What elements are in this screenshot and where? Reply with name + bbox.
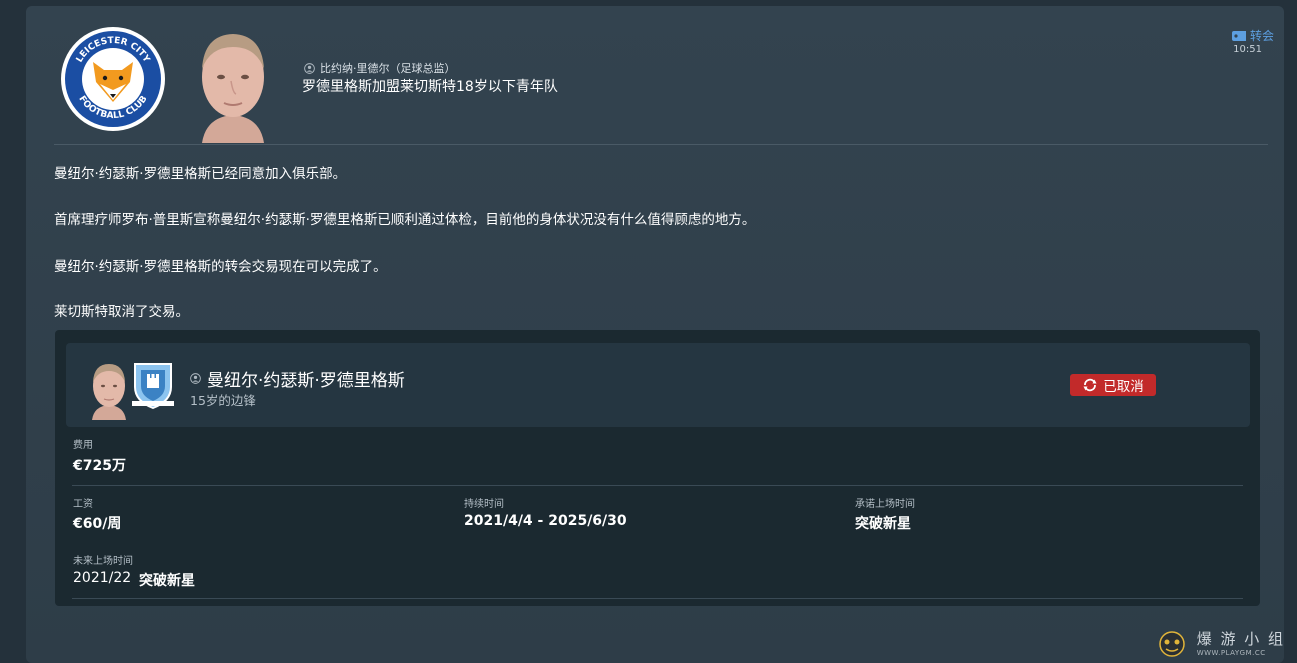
status-badge: 已取消 — [1070, 374, 1156, 396]
message-headline: 罗德里格斯加盟莱切斯特18岁以下青年队 — [302, 79, 558, 95]
wage-value: €60/周 — [73, 516, 122, 532]
sender-name: 比约纳·里德尔（足球总监） — [320, 62, 456, 75]
promised-playing-time-value: 突破新星 — [855, 516, 911, 532]
person-icon — [304, 62, 315, 74]
future-season: 2021/22 — [73, 570, 132, 586]
duration-label: 持续时间 — [464, 499, 504, 510]
duration-value: 2021/4/4 - 2025/6/30 — [464, 513, 627, 529]
row-divider — [72, 485, 1243, 486]
refresh-cancel-icon — [1083, 378, 1097, 392]
youth-team-crest-icon — [132, 363, 174, 410]
player-name-row[interactable]: 曼纽尔·约瑟斯·罗德里格斯 — [190, 366, 405, 391]
site-watermark: 爆 游 小 组 WWW.PLAYGM.CC — [1155, 627, 1285, 657]
leicester-city-logo: LEICESTER CITY FOOTBALL CLUB — [61, 27, 165, 131]
tag-label: 转会 — [1249, 29, 1274, 43]
player-portrait — [202, 34, 264, 143]
transfer-card: 曼纽尔·约瑟斯·罗德里格斯 15岁的边锋 已取消 费用 €725万 工资 €60… — [55, 330, 1260, 606]
transfer-card-header[interactable]: 曼纽尔·约瑟斯·罗德里格斯 15岁的边锋 已取消 — [66, 343, 1250, 427]
mascot-logo-icon — [1158, 631, 1185, 657]
transfer-tag-icon — [1231, 30, 1246, 41]
watermark-sub: WWW.PLAYGM.CC — [1196, 648, 1266, 657]
row-divider — [72, 598, 1243, 599]
fee-label: 费用 — [73, 440, 93, 451]
promised-playing-time-label: 承诺上场时间 — [855, 499, 915, 510]
header-divider — [54, 144, 1268, 145]
watermark-main: 爆 游 小 组 — [1196, 629, 1285, 648]
message-paragraph-4: 莱切斯特取消了交易。 — [54, 304, 189, 320]
future-playing-time-label: 未来上场时间 — [73, 556, 133, 567]
future-playing-time-value: 突破新星 — [139, 573, 195, 589]
person-icon — [190, 373, 201, 384]
status-label: 已取消 — [1103, 379, 1144, 395]
message-paragraph-3: 曼纽尔·约瑟斯·罗德里格斯的转会交易现在可以完成了。 — [54, 259, 387, 275]
news-message-panel: LEICESTER CITY FOOTBALL CLUB 比约纳·里德尔（足球总… — [26, 6, 1284, 663]
message-sender: 比约纳·里德尔（足球总监） — [304, 60, 456, 76]
wage-label: 工资 — [73, 499, 93, 510]
message-paragraph-1: 曼纽尔·约瑟斯·罗德里格斯已经同意加入俱乐部。 — [54, 166, 347, 182]
player-age-position: 15岁的边锋 — [190, 393, 256, 408]
player-name[interactable]: 曼纽尔·约瑟斯·罗德里格斯 — [207, 366, 405, 391]
message-paragraph-2: 首席理疗师罗布·普里斯宣称曼纽尔·约瑟斯·罗德里格斯已顺利通过体检，目前他的身体… — [54, 212, 756, 228]
fee-value: €725万 — [73, 458, 126, 474]
message-time: 10:51 — [1233, 44, 1262, 55]
message-tag[interactable]: 转会 — [1231, 27, 1274, 44]
player-mini-portrait — [92, 364, 126, 420]
